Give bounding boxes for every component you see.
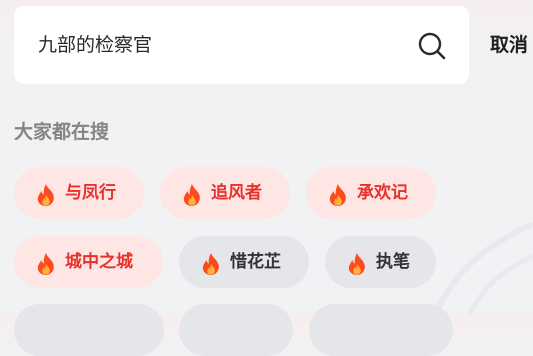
trending-tag-label: 执笔: [376, 252, 410, 272]
trending-tag[interactable]: 承欢记: [306, 167, 436, 219]
trending-tag-partial[interactable]: [14, 304, 164, 356]
trending-tag-partial[interactable]: [309, 304, 453, 356]
cancel-button[interactable]: 取消: [490, 33, 528, 57]
flame-icon: [182, 183, 202, 207]
flame-icon: [201, 252, 221, 276]
trending-title: 大家都在搜: [14, 121, 110, 143]
search-input[interactable]: 九部的检察官: [38, 33, 152, 57]
trending-tag-partial[interactable]: [179, 304, 293, 356]
search-box[interactable]: 九部的检察官: [14, 6, 469, 84]
trending-tag-label: 与凤行: [65, 183, 116, 203]
trending-tag-label: 追风者: [211, 183, 262, 203]
trending-tag[interactable]: 与凤行: [14, 167, 144, 219]
flame-icon: [36, 183, 56, 207]
trending-tag[interactable]: 惜花芷: [179, 236, 309, 288]
trending-tag-label: 承欢记: [357, 183, 408, 203]
search-icon[interactable]: [417, 31, 447, 61]
trending-tag[interactable]: 追风者: [160, 167, 290, 219]
flame-icon: [328, 183, 348, 207]
trending-tag[interactable]: 执笔: [325, 236, 436, 288]
flame-icon: [36, 252, 56, 276]
flame-icon: [347, 252, 367, 276]
trending-tag-label: 城中之城: [65, 252, 133, 272]
decorative-background-graphic: [437, 222, 533, 315]
trending-tag-label: 惜花芷: [230, 252, 281, 272]
trending-tag[interactable]: 城中之城: [14, 236, 163, 288]
